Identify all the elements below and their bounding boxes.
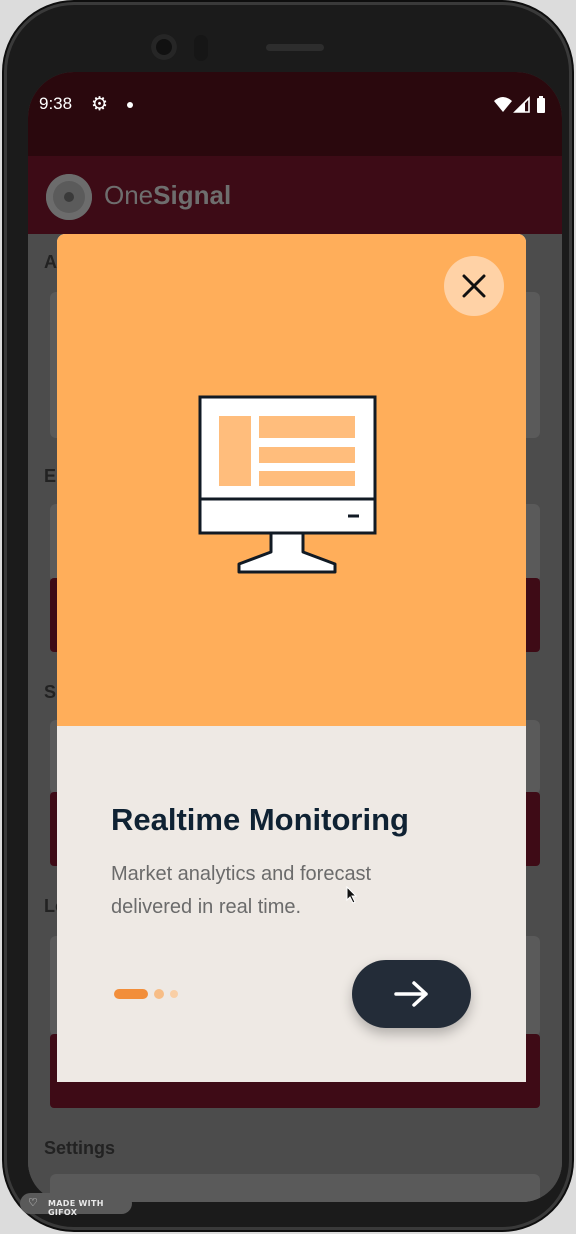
modal-description: Market analytics and forecast delivered … [111, 863, 372, 918]
arrow-right-icon [394, 981, 428, 1007]
close-icon [462, 274, 486, 298]
modal-title: Realtime Monitoring [111, 802, 409, 837]
gifox-logo-icon: ♡ [28, 1196, 39, 1209]
in-app-message-modal: Realtime Monitoring Market analytics and… [57, 234, 526, 1082]
gifox-watermark: ♡ MADE WITH GIFOX [20, 1193, 132, 1217]
proximity-sensor [194, 35, 208, 61]
close-button[interactable] [444, 256, 504, 316]
next-button[interactable] [352, 960, 471, 1028]
page-indicator [114, 989, 184, 999]
modal-illustration-panel [57, 234, 526, 726]
page-indicator-dot [170, 990, 178, 998]
earpiece-speaker [266, 44, 324, 51]
front-camera [151, 34, 177, 60]
mouse-cursor-icon [346, 886, 358, 904]
monitor-illustration-icon [198, 395, 377, 574]
page-indicator-active [114, 989, 148, 999]
page-indicator-dot [154, 989, 164, 999]
watermark-text: MADE WITH GIFOX [48, 1199, 104, 1217]
